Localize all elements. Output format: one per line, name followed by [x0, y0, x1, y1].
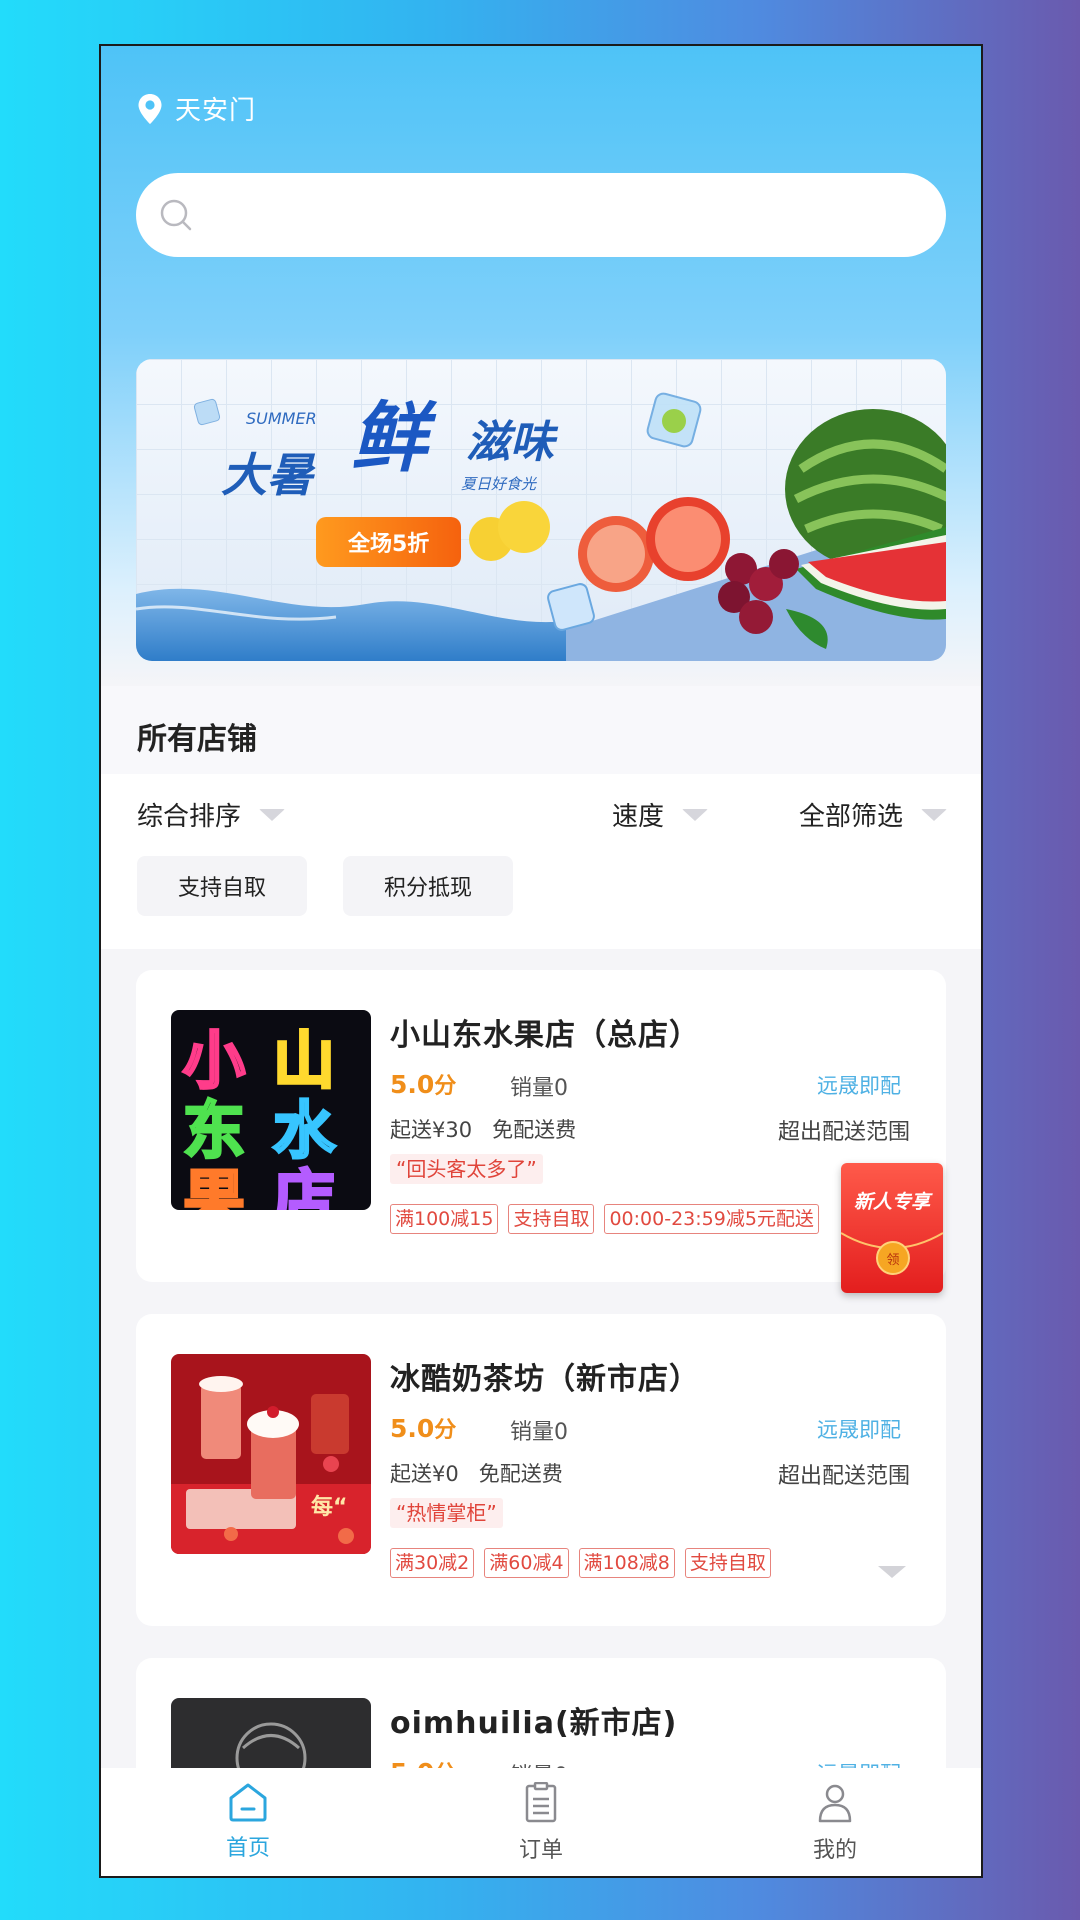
promo-tags: 满100减15 支持自取 00:00-23:59减5元配送 — [390, 1204, 829, 1234]
promo-seal: 领 — [876, 1241, 910, 1275]
shop-min-order: 起送¥0 免配送费 — [390, 1462, 563, 1486]
promo-banner[interactable]: SUMMER 大暑 鲜 滋味 夏日好食光 全场5折 — [136, 359, 946, 661]
all-filter[interactable]: 全部筛选 — [799, 796, 948, 833]
shop-thumbnail: 每“ — [171, 1354, 371, 1554]
svg-text:每“: 每“ — [311, 1494, 347, 1520]
shop-sales: 销量0 — [510, 1076, 568, 1101]
banner-subtitle: 夏日好食光 — [461, 475, 537, 493]
orders-icon — [525, 1781, 557, 1823]
svg-text:小: 小 — [183, 1024, 245, 1097]
chip-self-pickup[interactable]: 支持自取 — [137, 856, 307, 916]
header-hero: 天安门 SUMMER 大暑 鲜 滋味 夏日好食光 全场5折 — [101, 46, 981, 686]
home-icon — [229, 1783, 267, 1822]
chevron-down-icon — [682, 808, 709, 821]
promo-tag: 支持自取 — [508, 1204, 595, 1234]
svg-text:店: 店 — [273, 1162, 335, 1210]
shop-review-quote: “热情掌柜” — [390, 1498, 503, 1528]
search-bar[interactable] — [136, 173, 946, 257]
banner-summer-tag: SUMMER — [246, 409, 317, 428]
svg-text:东: 东 — [183, 1094, 245, 1167]
search-icon — [160, 199, 192, 231]
shop-thumbnail: 小 山 东 水 果 店 — [171, 1010, 371, 1210]
banner-headline-1: 大暑 — [221, 448, 316, 502]
shop-card[interactable]: 每“ 冰酷奶茶坊（新市店） 5.0分 销量0 远晟即配 起送¥0 免配送费 超出… — [136, 1314, 946, 1626]
nav-mine-label: 我的 — [812, 1838, 857, 1863]
chevron-down-icon — [921, 808, 948, 821]
all-filter-label: 全部筛选 — [799, 802, 904, 832]
svg-text:山: 山 — [273, 1024, 335, 1097]
shop-sales: 销量0 — [510, 1420, 568, 1445]
chip-points-cash[interactable]: 积分抵现 — [343, 856, 513, 916]
promo-tag: 满30减2 — [390, 1548, 475, 1578]
promo-tag: 满108减8 — [578, 1548, 675, 1578]
banner-button: 全场5折 — [347, 531, 429, 557]
nav-orders-label: 订单 — [518, 1838, 563, 1863]
delivery-range: 超出配送范围 — [777, 1464, 910, 1489]
shop-rating: 5.0分 — [390, 1070, 457, 1099]
user-icon — [818, 1784, 852, 1823]
promo-tag: 满100减15 — [390, 1204, 499, 1234]
nav-mine[interactable]: 我的 — [785, 1782, 885, 1864]
chevron-down-icon — [259, 808, 286, 821]
shop-name: 小山东水果店（总店） — [390, 1018, 700, 1053]
bottom-nav: 首页 订单 我的 — [101, 1768, 981, 1876]
location-pin-icon — [138, 93, 162, 124]
location-selector[interactable]: 天安门 — [137, 90, 256, 127]
nav-orders[interactable]: 订单 — [491, 1781, 591, 1864]
section-title: 所有店铺 — [137, 722, 257, 757]
shop-min-order: 起送¥30 免配送费 — [390, 1118, 577, 1142]
filter-bar: 综合排序 速度 全部筛选 支持自取 积分抵现 — [101, 774, 981, 949]
banner-headline-3: 滋味 — [466, 417, 559, 468]
svg-text:水: 水 — [273, 1094, 336, 1167]
nav-home[interactable]: 首页 — [198, 1782, 298, 1862]
shop-card[interactable]: 小 山 东 水 果 店 小山东水果店（总店） 5.0分 销量0 远晟即配 起送¥… — [136, 970, 946, 1282]
promo-tag: 满60减4 — [484, 1548, 569, 1578]
delivery-range: 超出配送范围 — [777, 1120, 910, 1145]
shop-name: 冰酷奶茶坊（新市店） — [390, 1362, 700, 1397]
delivery-type: 远晟即配 — [817, 1418, 901, 1442]
nav-home-label: 首页 — [225, 1836, 270, 1861]
new-user-promo[interactable]: 新人专享 领 — [841, 1163, 943, 1293]
shop-name: oimhuilia(新市店) — [390, 1706, 678, 1741]
shop-rating: 5.0分 — [390, 1414, 457, 1443]
expand-tags-icon[interactable] — [878, 1566, 906, 1578]
promo-tag: 00:00-23:59减5元配送 — [604, 1204, 819, 1234]
section-header: 所有店铺 — [101, 686, 981, 784]
location-name: 天安门 — [175, 96, 257, 126]
banner-image: SUMMER 大暑 鲜 滋味 夏日好食光 全场5折 — [136, 359, 946, 661]
promo-tags: 满30减2 满60减4 满108减8 支持自取 — [390, 1548, 781, 1578]
delivery-type: 远晟即配 — [817, 1074, 901, 1098]
svg-text:果: 果 — [183, 1162, 245, 1210]
speed-filter[interactable]: 速度 — [612, 796, 709, 833]
search-input[interactable] — [208, 198, 912, 232]
banner-headline-2: 鲜 — [351, 393, 438, 482]
speed-filter-label: 速度 — [612, 802, 665, 832]
shop-review-quote: “回头客太多了” — [390, 1154, 543, 1184]
phone-screen: 天安门 SUMMER 大暑 鲜 滋味 夏日好食光 全场5折 所有店铺 综合排序 … — [99, 44, 983, 1878]
promo-tag: 支持自取 — [684, 1548, 771, 1578]
sort-filter[interactable]: 综合排序 — [137, 796, 286, 833]
sort-filter-label: 综合排序 — [137, 802, 242, 832]
